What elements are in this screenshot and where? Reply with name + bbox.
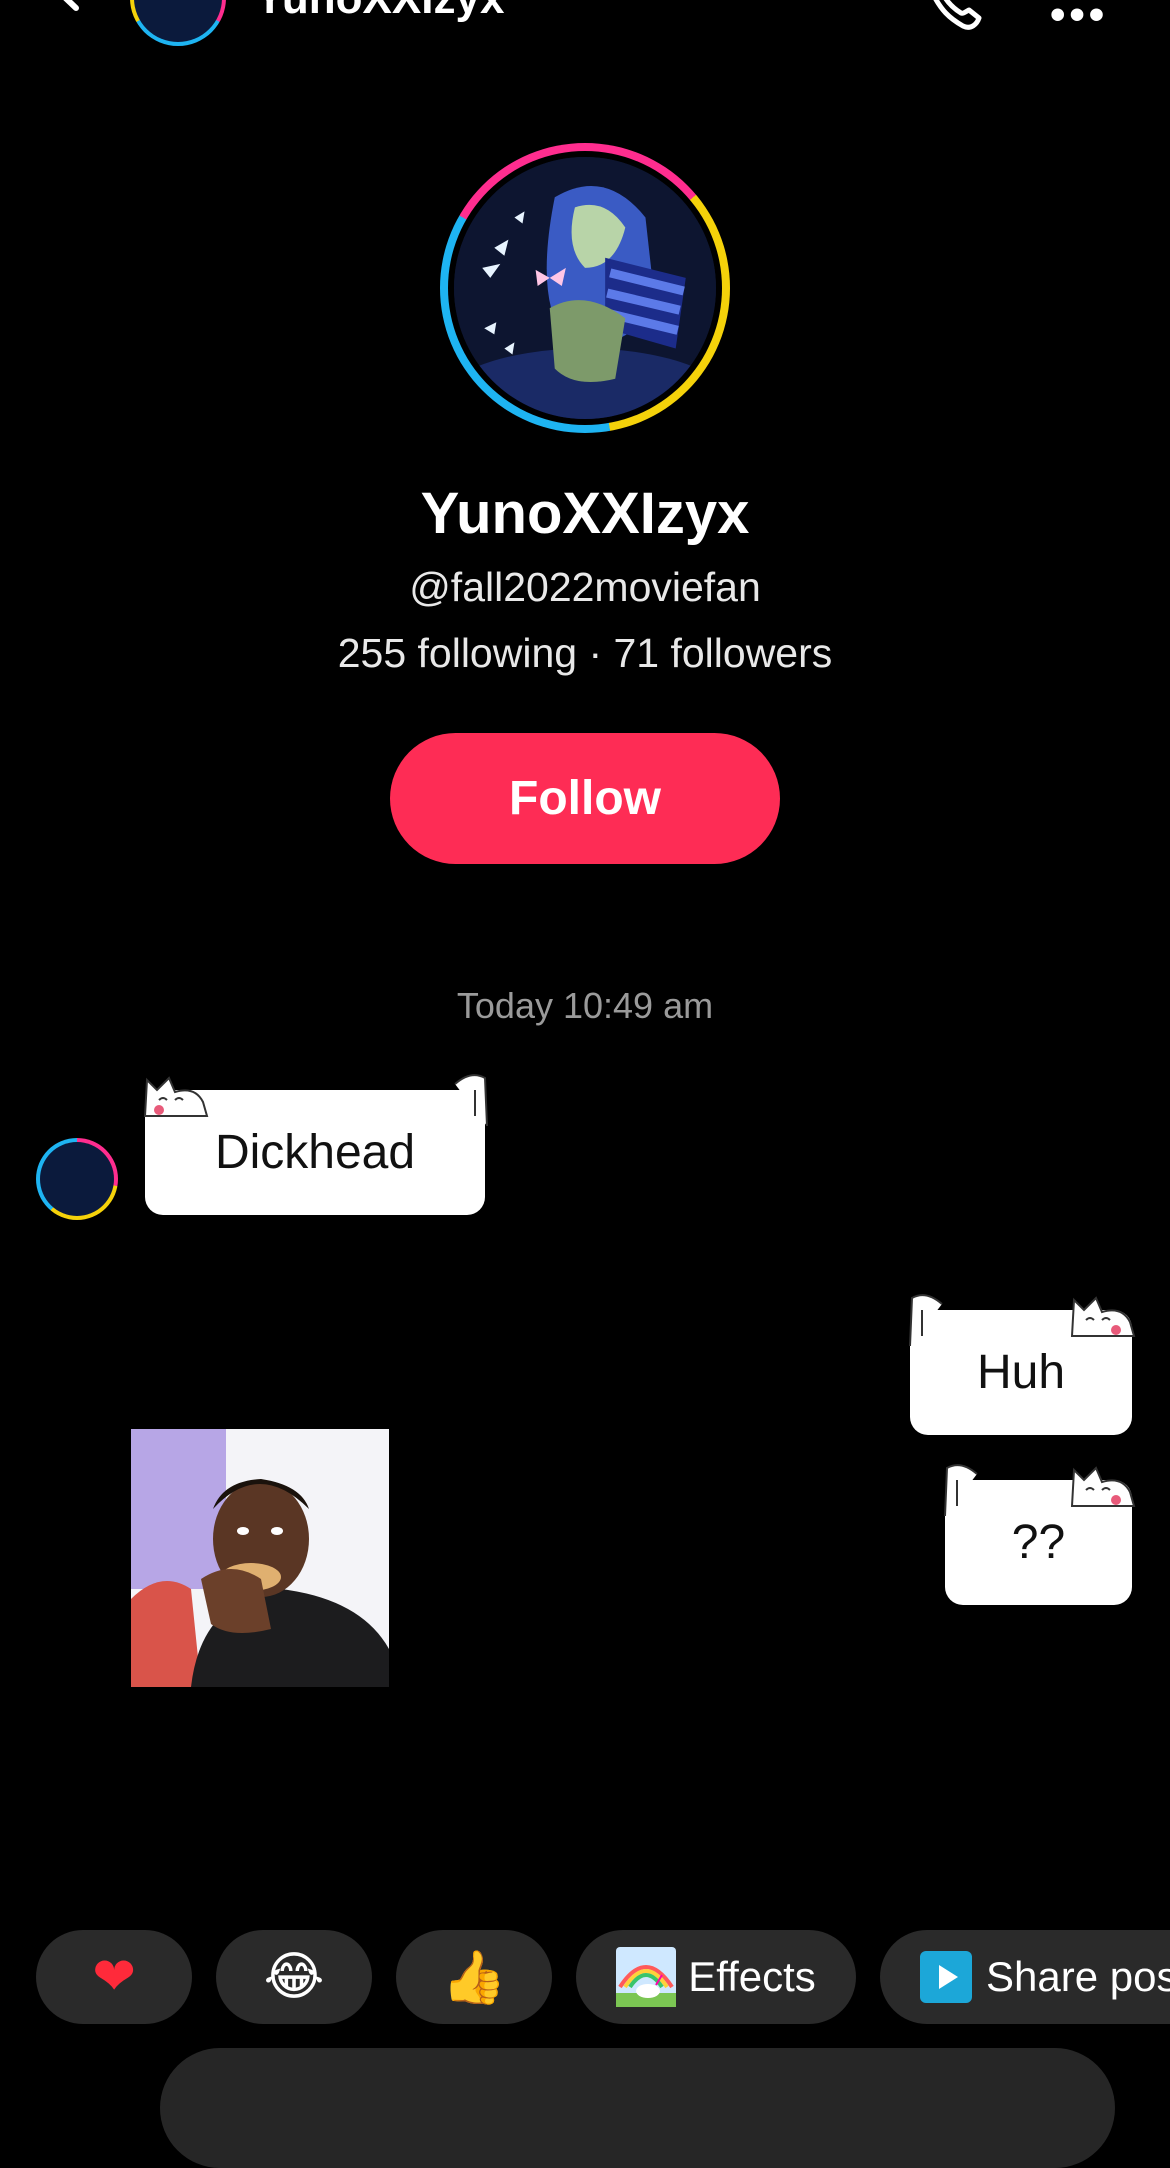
- share-post-button[interactable]: Share pos: [880, 1930, 1170, 2024]
- profile-display-name: YunoXXIzyx: [420, 481, 750, 546]
- message-text: ??: [1011, 1516, 1066, 1569]
- scroll-curl-icon: [454, 1074, 488, 1127]
- header-avatar[interactable]: [130, 0, 226, 46]
- laugh-reaction-chip[interactable]: 😂: [216, 1930, 372, 2024]
- profile-handle: @fall2022moviefan: [409, 564, 761, 610]
- heart-icon: ❤: [92, 1947, 136, 2007]
- message-bubble-received[interactable]: Dickhead: [143, 1074, 488, 1215]
- image-message[interactable]: [131, 1429, 389, 1687]
- cat-sticker-icon: [1070, 1466, 1136, 1507]
- message-text: Huh: [976, 1346, 1066, 1399]
- header-title[interactable]: YunoXXIzyx: [255, 0, 504, 24]
- message-input[interactable]: [160, 2048, 1115, 2168]
- back-chevron-icon[interactable]: [40, 0, 90, 12]
- effects-button[interactable]: Effects: [576, 1930, 856, 2024]
- share-post-label: Share pos: [986, 1953, 1170, 2000]
- follow-button[interactable]: Follow: [390, 733, 780, 864]
- cat-sticker-icon: [143, 1076, 209, 1117]
- message-bubble-sent[interactable]: Huh: [909, 1294, 1136, 1435]
- thumbs-up-icon: 👍: [441, 1947, 507, 2008]
- avatar-illustration: [454, 157, 716, 419]
- profile-stats: 255 following · 71 followers: [337, 630, 833, 676]
- scroll-curl-icon: [944, 1464, 978, 1517]
- message-text: Dickhead: [214, 1126, 416, 1179]
- profile-avatar[interactable]: [440, 143, 730, 433]
- scroll-curl-icon: [909, 1294, 943, 1347]
- phone-icon[interactable]: [925, 0, 985, 32]
- unicorn-effects-icon: [616, 1947, 677, 2007]
- sender-avatar[interactable]: [36, 1138, 118, 1220]
- effects-label: Effects: [688, 1953, 816, 2000]
- laughing-emoji-icon: 😂: [263, 1947, 325, 2007]
- play-share-icon: [920, 1951, 972, 2003]
- heart-reaction-chip[interactable]: ❤: [36, 1930, 192, 2024]
- more-options-icon[interactable]: •••: [1050, 0, 1108, 40]
- cat-sticker-icon: [1070, 1296, 1136, 1337]
- message-bubble-sent[interactable]: ??: [944, 1464, 1136, 1605]
- photo-thumbnail: [131, 1429, 389, 1687]
- thumbs-up-reaction-chip[interactable]: 👍: [396, 1930, 552, 2024]
- message-timestamp: Today 10:49 am: [456, 985, 714, 1026]
